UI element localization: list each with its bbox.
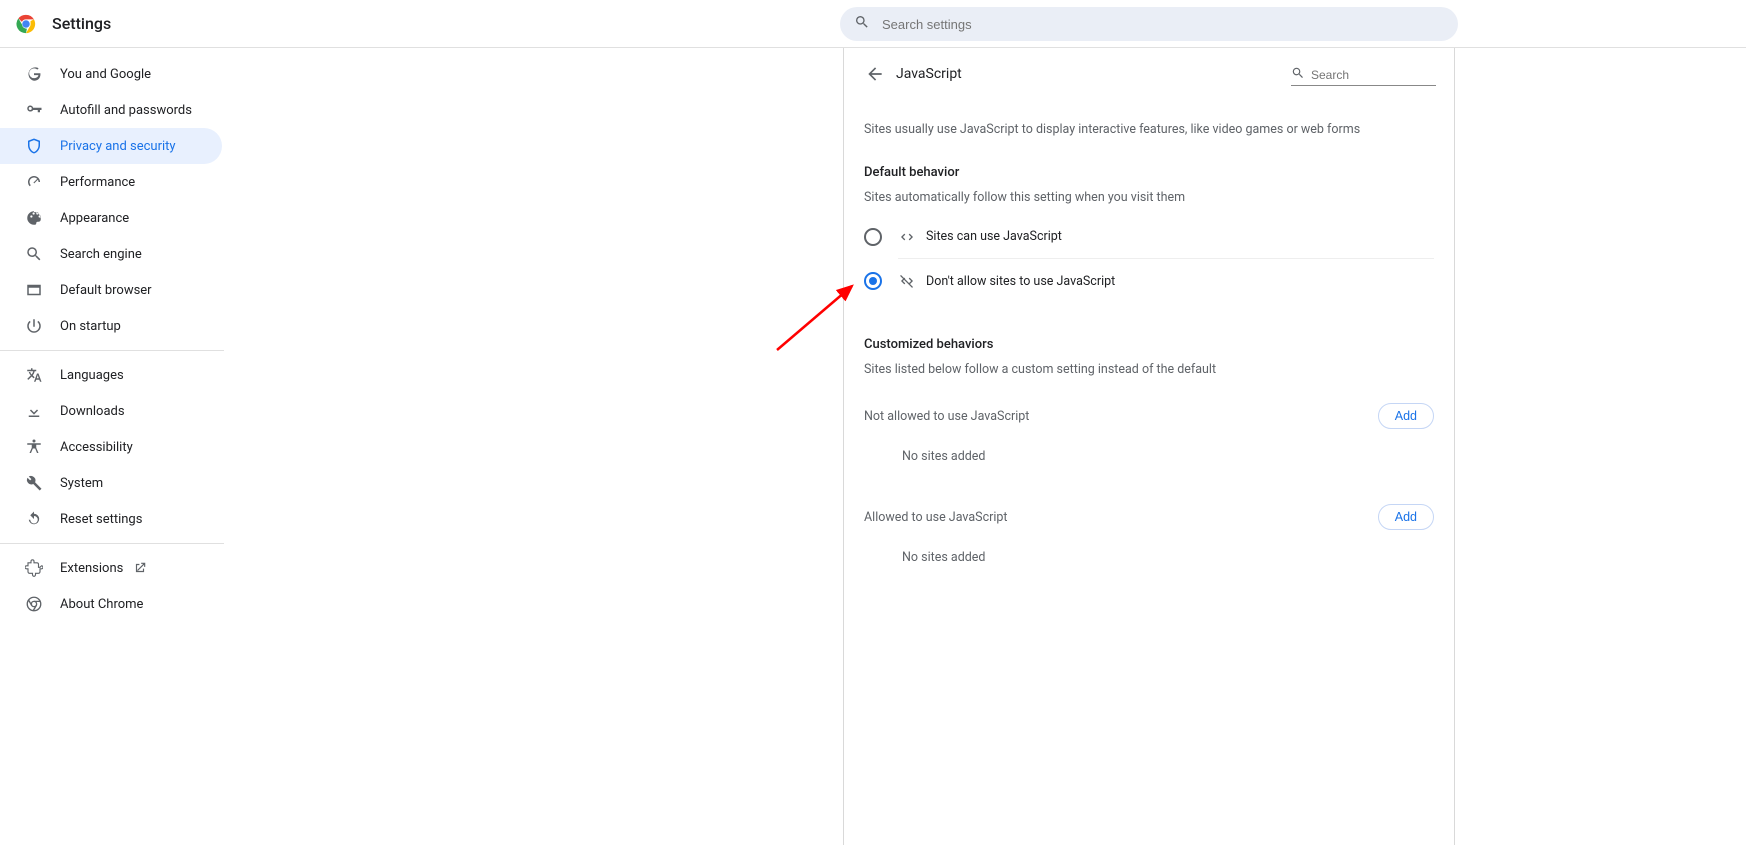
settings-search-input[interactable] <box>882 17 1444 32</box>
not-allowed-label: Not allowed to use JavaScript <box>864 409 1029 424</box>
code-icon <box>898 228 916 246</box>
radio-option-allow-js[interactable]: Sites can use JavaScript <box>898 215 1434 259</box>
sidebar-item-label: About Chrome <box>60 597 143 612</box>
search-icon <box>1291 65 1311 84</box>
sidebar-item-label: On startup <box>60 319 121 334</box>
panel-title: JavaScript <box>896 66 962 82</box>
allowed-list-header: Allowed to use JavaScript Add <box>864 504 1434 530</box>
sidebar-item-default-browser[interactable]: Default browser <box>0 272 222 308</box>
sidebar-item-label: Accessibility <box>60 440 133 455</box>
chrome-logo-icon <box>16 14 36 34</box>
settings-search-box[interactable] <box>840 7 1458 41</box>
sidebar-item-label: Performance <box>60 175 135 190</box>
search-icon <box>24 244 44 264</box>
sidebar-item-appearance[interactable]: Appearance <box>0 200 222 236</box>
back-button[interactable] <box>864 63 886 85</box>
shield-icon <box>24 136 44 156</box>
sidebar-item-label: Default browser <box>60 283 152 298</box>
default-behavior-subtitle: Sites automatically follow this setting … <box>864 190 1434 205</box>
sidebar-item-extensions[interactable]: Extensions <box>0 550 222 586</box>
sidebar-item-label: Appearance <box>60 211 129 226</box>
palette-icon <box>24 208 44 228</box>
radio-option-block-js[interactable]: Don't allow sites to use JavaScript <box>898 259 1434 303</box>
sidebar-item-search-engine[interactable]: Search engine <box>0 236 222 272</box>
sidebar-item-label: Downloads <box>60 404 125 419</box>
javascript-settings-panel: JavaScript Sites usually use JavaScript … <box>843 48 1455 845</box>
panel-header: JavaScript <box>844 48 1454 100</box>
page-title: Settings <box>52 14 111 33</box>
sidebar-item-label: System <box>60 476 103 491</box>
allowed-empty-text: No sites added <box>902 550 1434 565</box>
customized-behaviors-subtitle: Sites listed below follow a custom setti… <box>864 362 1434 377</box>
allowed-label: Allowed to use JavaScript <box>864 510 1008 525</box>
browser-window-icon <box>24 280 44 300</box>
sidebar-item-on-startup[interactable]: On startup <box>0 308 222 344</box>
wrench-icon <box>24 473 44 493</box>
chrome-outline-icon <box>24 594 44 614</box>
sidebar-item-languages[interactable]: Languages <box>0 357 222 393</box>
open-in-new-icon <box>133 561 147 575</box>
search-icon <box>854 14 882 34</box>
panel-body: Sites usually use JavaScript to display … <box>844 122 1454 565</box>
speedometer-icon <box>24 172 44 192</box>
sidebar-item-accessibility[interactable]: Accessibility <box>0 429 222 465</box>
panel-search-input[interactable] <box>1311 68 1466 82</box>
sidebar-divider <box>0 543 224 544</box>
sidebar-item-system[interactable]: System <box>0 465 222 501</box>
sidebar-item-about-chrome[interactable]: About Chrome <box>0 586 222 622</box>
sidebar-item-label: You and Google <box>60 67 151 82</box>
accessibility-icon <box>24 437 44 457</box>
radio-button-icon[interactable] <box>864 272 882 290</box>
radio-label: Don't allow sites to use JavaScript <box>926 274 1115 289</box>
sidebar-item-autofill-and-passwords[interactable]: Autofill and passwords <box>0 92 222 128</box>
panel-description: Sites usually use JavaScript to display … <box>864 122 1434 137</box>
radio-button-icon[interactable] <box>864 228 882 246</box>
code-off-icon <box>898 272 916 290</box>
sidebar-item-label: Privacy and security <box>60 139 176 154</box>
sidebar-item-label: Search engine <box>60 247 142 262</box>
add-allowed-button[interactable]: Add <box>1378 504 1434 530</box>
not-allowed-list-header: Not allowed to use JavaScript Add <box>864 403 1434 429</box>
key-icon <box>24 100 44 120</box>
sidebar-item-privacy-and-security[interactable]: Privacy and security <box>0 128 222 164</box>
default-behavior-title: Default behavior <box>864 165 1434 180</box>
settings-sidebar: You and Google Autofill and passwords Pr… <box>0 48 240 622</box>
add-not-allowed-button[interactable]: Add <box>1378 403 1434 429</box>
sidebar-item-label: Languages <box>60 368 124 383</box>
download-icon <box>24 401 44 421</box>
radio-label: Sites can use JavaScript <box>926 229 1062 244</box>
translate-icon <box>24 365 44 385</box>
customized-behaviors-title: Customized behaviors <box>864 337 1434 352</box>
sidebar-item-you-and-google[interactable]: You and Google <box>0 56 222 92</box>
sidebar-item-label: Extensions <box>60 561 123 576</box>
sidebar-item-label: Reset settings <box>60 512 142 527</box>
sidebar-item-reset-settings[interactable]: Reset settings <box>0 501 222 537</box>
reset-icon <box>24 509 44 529</box>
sidebar-item-performance[interactable]: Performance <box>0 164 222 200</box>
settings-header: Settings <box>0 0 1746 48</box>
sidebar-item-label: Autofill and passwords <box>60 103 192 118</box>
google-g-icon <box>24 64 44 84</box>
extension-icon <box>24 558 44 578</box>
not-allowed-empty-text: No sites added <box>902 449 1434 464</box>
sidebar-item-downloads[interactable]: Downloads <box>0 393 222 429</box>
power-icon <box>24 316 44 336</box>
panel-search-box[interactable] <box>1291 64 1436 86</box>
sidebar-divider <box>0 350 224 351</box>
